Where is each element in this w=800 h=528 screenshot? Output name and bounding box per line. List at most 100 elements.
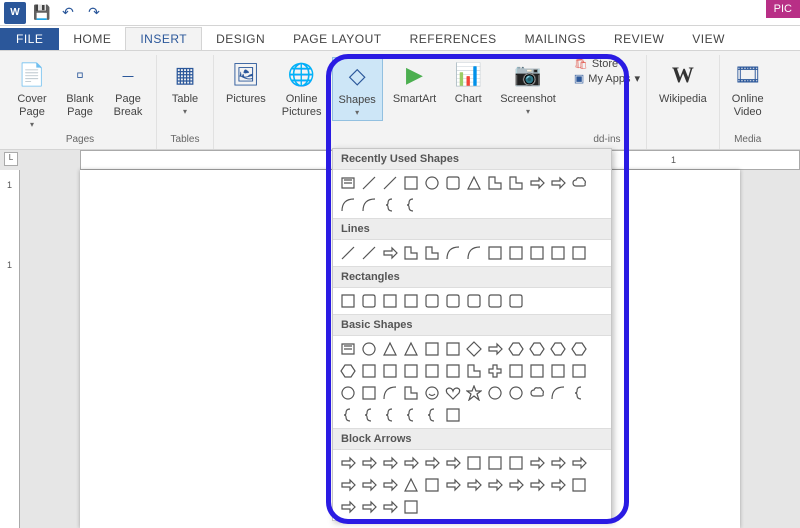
shape-bentcallout[interactable]	[570, 476, 588, 494]
shape-tear[interactable]	[402, 362, 420, 380]
shape-uturn[interactable]	[507, 454, 525, 472]
shape-updown[interactable]	[444, 454, 462, 472]
shape-up[interactable]	[381, 454, 399, 472]
shape-oval[interactable]	[423, 174, 441, 192]
shape-roundrect[interactable]	[360, 292, 378, 310]
shape-brace1[interactable]	[360, 406, 378, 424]
tab-page-layout[interactable]: PAGE LAYOUT	[279, 28, 395, 50]
shape-halfframe[interactable]	[444, 362, 462, 380]
online-pictures-button[interactable]: 🌐 OnlinePictures	[276, 57, 328, 121]
shape-elbow[interactable]	[402, 244, 420, 262]
shape-brace3[interactable]	[402, 406, 420, 424]
shape-arrowline[interactable]	[381, 174, 399, 192]
shape-striped[interactable]	[402, 476, 420, 494]
shape-oval[interactable]	[360, 340, 378, 358]
shape-quadcallout[interactable]	[402, 498, 420, 516]
page-break-button[interactable]: ⎯ PageBreak	[106, 57, 150, 121]
shape-bentup[interactable]	[549, 454, 567, 472]
shape-curvedup[interactable]	[360, 476, 378, 494]
shape-cross[interactable]	[486, 362, 504, 380]
shape-corner[interactable]	[486, 174, 504, 192]
shape-rounddiag[interactable]	[486, 292, 504, 310]
shape-foldcorner[interactable]	[402, 384, 420, 402]
shape-hex[interactable]	[507, 340, 525, 358]
shape-snipround[interactable]	[423, 292, 441, 310]
shape-round1[interactable]	[444, 292, 462, 310]
shape-round2[interactable]	[465, 292, 483, 310]
shape-connector[interactable]	[570, 244, 588, 262]
shape-trap[interactable]	[444, 340, 462, 358]
shape-sun[interactable]	[486, 384, 504, 402]
tab-references[interactable]: REFERENCES	[396, 28, 511, 50]
save-icon[interactable]: 💾	[32, 3, 52, 23]
shape-cloud[interactable]	[528, 384, 546, 402]
tab-design[interactable]: DESIGN	[202, 28, 279, 50]
smartart-button[interactable]: ▶ SmartArt	[387, 57, 442, 108]
shape-textbox[interactable]	[339, 340, 357, 358]
shape-elbow[interactable]	[507, 174, 525, 192]
tab-mailings[interactable]: MAILINGS	[511, 28, 600, 50]
shape-tab[interactable]	[444, 406, 462, 424]
shape-rightcallout[interactable]	[486, 476, 504, 494]
shape-donut[interactable]	[339, 384, 357, 402]
shape-upcallout[interactable]	[549, 476, 567, 494]
shape-rect[interactable]	[402, 174, 420, 192]
cover-page-button[interactable]: 📄 CoverPage ▾	[10, 57, 54, 132]
tab-review[interactable]: REVIEW	[600, 28, 678, 50]
shape-downcallout[interactable]	[507, 476, 525, 494]
shape-snip2[interactable]	[402, 292, 420, 310]
shape-roundsame[interactable]	[507, 292, 525, 310]
shape-curve2[interactable]	[465, 244, 483, 262]
shape-free2[interactable]	[549, 244, 567, 262]
shape-bracket2[interactable]	[339, 406, 357, 424]
shape-plaque[interactable]	[507, 362, 525, 380]
vertical-ruler[interactable]: 1 1	[0, 170, 20, 528]
screenshot-button[interactable]: 📷 Screenshot ▾	[494, 57, 562, 119]
shape-updown2[interactable]	[381, 498, 399, 516]
shape-cube[interactable]	[549, 362, 567, 380]
shape-triangle[interactable]	[381, 340, 399, 358]
shape-left[interactable]	[360, 454, 378, 472]
pictures-button[interactable]: 🖼 Pictures	[220, 57, 272, 108]
shape-leftright[interactable]	[423, 454, 441, 472]
shape-down[interactable]	[402, 454, 420, 472]
shape-leftup[interactable]	[528, 454, 546, 472]
chart-button[interactable]: 📊 Chart	[446, 57, 490, 108]
shape-right[interactable]	[339, 454, 357, 472]
shape-circulararrow[interactable]	[339, 498, 357, 516]
tab-home[interactable]: HOME	[59, 28, 125, 50]
shape-rightarrow[interactable]	[528, 174, 546, 192]
shape-snip1[interactable]	[381, 292, 399, 310]
tab-file[interactable]: FILE	[0, 28, 59, 50]
tab-insert[interactable]: INSERT	[125, 27, 202, 50]
shape-smile[interactable]	[423, 384, 441, 402]
shape-triangle[interactable]	[465, 174, 483, 192]
shape-can[interactable]	[528, 362, 546, 380]
shape-line[interactable]	[360, 174, 378, 192]
shapes-button[interactable]: ◇ Shapes ▾	[332, 57, 383, 121]
shape-leftright2[interactable]	[360, 498, 378, 516]
shape-squig2[interactable]	[507, 244, 525, 262]
blank-page-button[interactable]: ▫ BlankPage	[58, 57, 102, 121]
shape-pie[interactable]	[360, 362, 378, 380]
shape-arrowline[interactable]	[360, 244, 378, 262]
shape-dec[interactable]	[570, 340, 588, 358]
shape-lightning[interactable]	[465, 384, 483, 402]
tab-selector[interactable]: L	[4, 152, 18, 166]
shape-downarrow[interactable]	[549, 174, 567, 192]
tab-view[interactable]: VIEW	[678, 28, 739, 50]
shape-line[interactable]	[339, 244, 357, 262]
shape-free[interactable]	[528, 244, 546, 262]
shape-frame[interactable]	[423, 362, 441, 380]
redo-icon[interactable]: ↷	[84, 3, 104, 23]
shape-brace1[interactable]	[381, 196, 399, 214]
shape-brace4[interactable]	[423, 406, 441, 424]
shape-chevron[interactable]	[465, 476, 483, 494]
shape-arc1[interactable]	[339, 196, 357, 214]
shape-bracket1[interactable]	[570, 384, 588, 402]
shape-moon[interactable]	[507, 384, 525, 402]
shape-para[interactable]	[423, 340, 441, 358]
shape-brace2[interactable]	[402, 196, 420, 214]
shape-chord[interactable]	[381, 362, 399, 380]
shape-rect[interactable]	[339, 292, 357, 310]
